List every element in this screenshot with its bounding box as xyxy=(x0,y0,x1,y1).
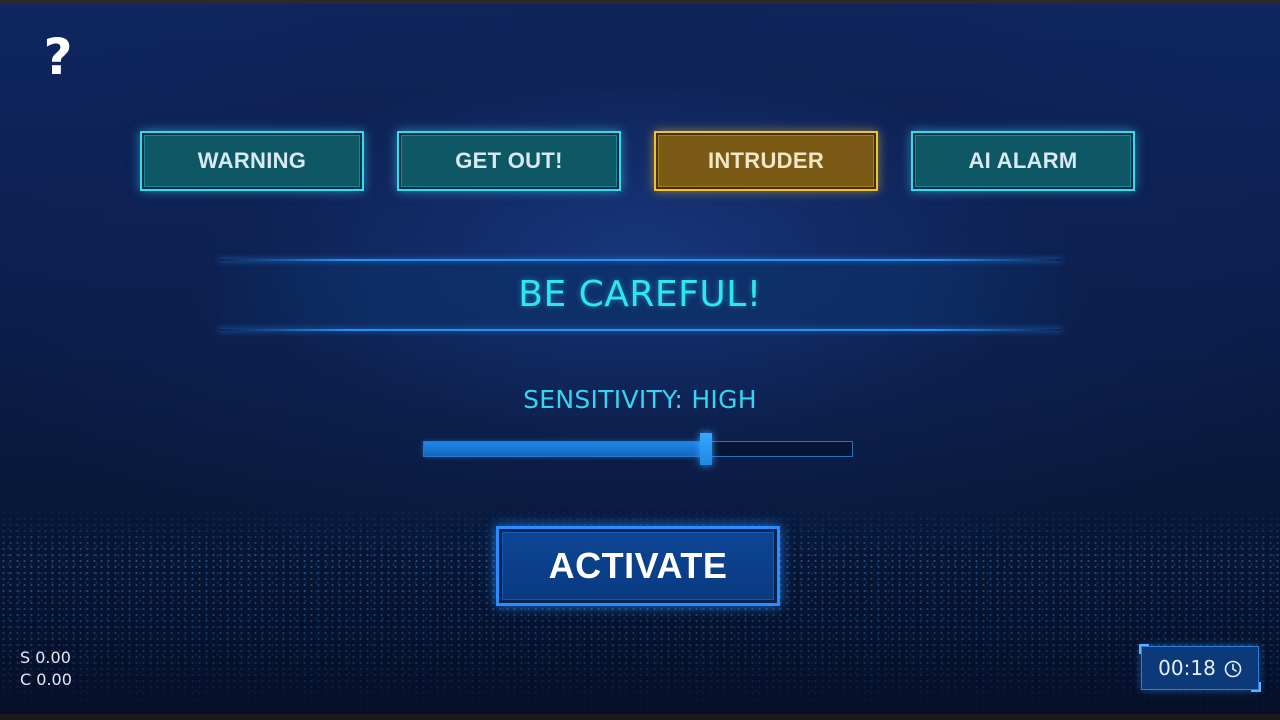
alarm-option-warning[interactable]: WARNING xyxy=(140,131,364,191)
help-button[interactable]: ? xyxy=(38,30,78,84)
alarm-option-get-out[interactable]: GET OUT! xyxy=(397,131,621,191)
activate-button[interactable]: ACTIVATE xyxy=(496,526,780,606)
sensitivity-slider-fill xyxy=(424,442,707,456)
alarm-type-selector: WARNING GET OUT! INTRUDER AI ALARM xyxy=(140,131,1136,193)
stat-c: C 0.00 xyxy=(20,670,72,689)
alarm-option-ai-alarm[interactable]: AI ALARM xyxy=(911,131,1135,191)
alarm-option-intruder[interactable]: INTRUDER xyxy=(654,131,878,191)
game-screen: ? WARNING GET OUT! INTRUDER AI ALARM BE … xyxy=(0,0,1280,720)
timer-text: 00:18 xyxy=(1158,656,1216,680)
sensitivity-slider[interactable] xyxy=(423,433,853,465)
sensitivity-label: SENSITIVITY: HIGH xyxy=(523,385,757,414)
sensitivity-slider-handle[interactable] xyxy=(700,433,713,465)
timer: 00:18 xyxy=(1139,644,1261,692)
message-display: BE CAREFUL! xyxy=(218,259,1062,331)
stats-readout: S 0.00 C 0.00 xyxy=(20,647,130,691)
clock-icon xyxy=(1224,659,1242,678)
message-text: BE CAREFUL! xyxy=(518,274,762,315)
stat-s: S 0.00 xyxy=(20,648,71,667)
